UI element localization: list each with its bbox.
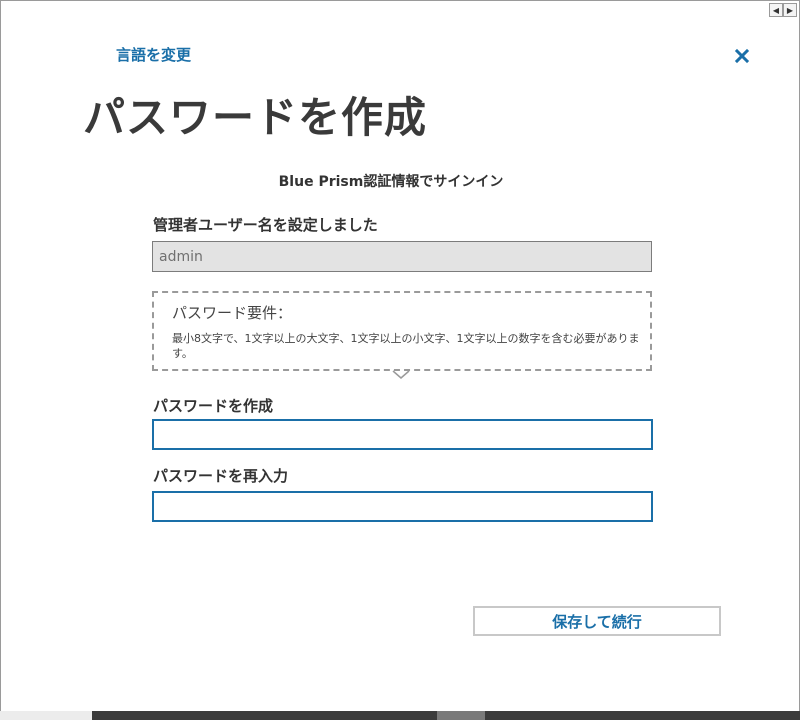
save-and-continue-button[interactable]: 保存して続行 [473, 606, 721, 636]
admin-username-label: 管理者ユーザー名を設定しました [153, 216, 378, 234]
dialog-window: ◀ ▶ 言語を変更 パスワードを作成 Blue Prism認証情報でサインイン … [0, 0, 800, 720]
page-title: パスワードを作成 [83, 93, 428, 142]
create-password-label: パスワードを作成 [153, 397, 274, 415]
sign-in-subtitle: Blue Prism認証情報でサインイン [278, 174, 504, 190]
scroll-left-icon[interactable]: ◀ [769, 3, 783, 17]
confirm-password-label: パスワードを再入力 [153, 467, 289, 485]
create-password-input[interactable] [152, 419, 653, 450]
confirm-password-input[interactable] [152, 491, 653, 522]
scrollbar-track-left [0, 711, 92, 720]
scrollbar-track[interactable] [92, 711, 437, 720]
horizontal-scrollbar[interactable] [0, 711, 800, 720]
admin-username-field [152, 241, 652, 272]
scrollbar-track-right[interactable] [485, 711, 800, 720]
tooltip-pointer-icon [392, 370, 410, 379]
password-requirements-box: パスワード要件： 最小8文字で、1文字以上の大文字、1文字以上の小文字、1文字以… [152, 291, 652, 371]
scroll-arrows: ◀ ▶ [769, 3, 797, 17]
change-language-link[interactable]: 言語を変更 [116, 44, 191, 65]
close-icon[interactable] [734, 48, 750, 64]
password-requirements-text: 最小8文字で、1文字以上の大文字、1文字以上の小文字、1文字以上の数字を含む必要… [172, 332, 640, 360]
scrollbar-thumb[interactable] [437, 711, 485, 720]
password-requirements-title: パスワード要件： [172, 304, 293, 322]
scroll-right-icon[interactable]: ▶ [783, 3, 797, 17]
